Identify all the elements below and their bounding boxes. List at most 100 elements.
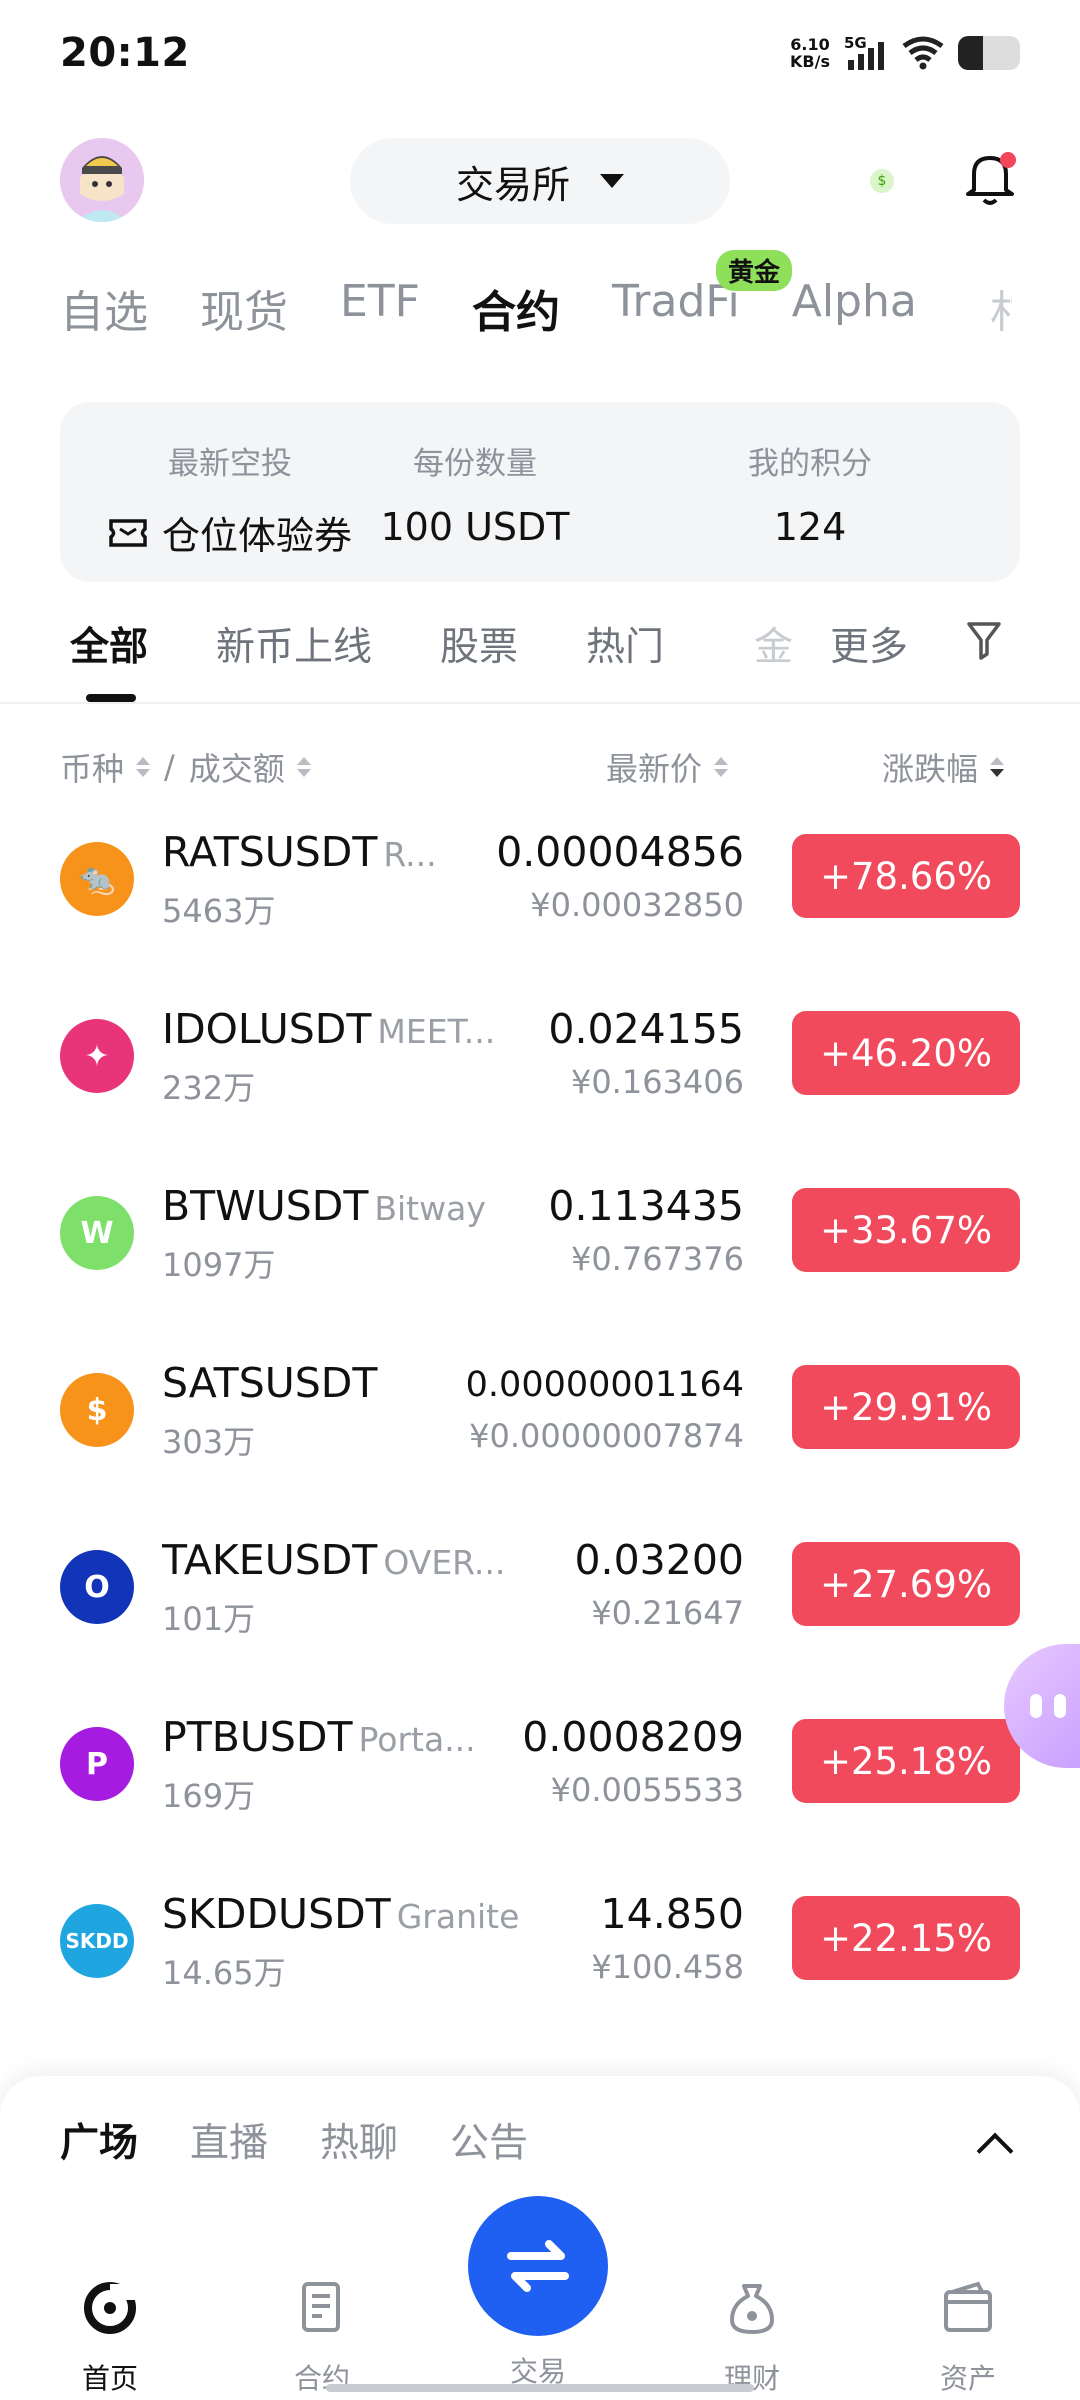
coin-price-cny: ¥0.0055533 [550,1771,744,1809]
coin-price-cny: ¥0.00032850 [530,886,744,924]
filter-more[interactable]: 更多 [830,616,908,672]
coin-name: R... [383,835,437,874]
earn-icon [730,2284,774,2334]
coin-price: 14.850 [600,1890,744,1938]
coin-price-cny: ¥0.21647 [591,1594,744,1632]
change-badge[interactable]: +22.15% [792,1896,1020,1980]
category-tabs: 自选 现货 ETF 合约 TradFi Alpha [60,276,917,340]
tab-etf[interactable]: ETF [340,276,420,340]
coin-volume: 5463万 [162,892,276,930]
coin-price: 0.0008209 [522,1713,744,1761]
signal-icon: 5G [844,34,888,70]
table-row[interactable]: SKDD SKDDUSDTGranite... 14.65万 14.850 ¥1… [0,1870,1080,2047]
exchange-label: 交易所 [455,162,570,207]
tab-alpha[interactable]: Alpha [792,276,917,340]
tab-spot[interactable]: 现货 [200,276,288,340]
airdrop-latest: 最新空投 仓位体验券 [100,438,360,560]
coin-price: 0.024155 [548,1005,744,1053]
feed-tab-live[interactable]: 直播 [190,2112,268,2168]
coin-price: 0.00000001164 [465,1365,744,1405]
coin-price-cny: ¥0.00000007874 [469,1417,744,1455]
feed-tab-announcement[interactable]: 公告 [450,2112,528,2168]
filter-overflow[interactable]: 金 [754,616,794,672]
coin-symbol: RATSUSDT [162,828,378,876]
coin-price: 0.00004856 [496,828,744,876]
coin-symbol: PTBUSDT [162,1713,353,1761]
table-row[interactable]: 🐀 RATSUSDT R... 5463万 0.00004856 ¥0.00032… [0,808,1080,985]
feed-tab-chat[interactable]: 热聊 [320,2112,398,2168]
nav-futures[interactable]: 合约 [262,2280,382,2397]
feed-tabs: 广场 直播 热聊 公告 [60,2112,528,2168]
filter-all[interactable]: 全部 [70,616,148,672]
avatar[interactable] [60,138,144,222]
nav-home[interactable]: 首页 [50,2280,170,2397]
change-badge[interactable]: +33.67% [792,1188,1020,1272]
coin-price: 0.113435 [548,1182,744,1230]
futures-icon [302,2282,340,2332]
sort-change[interactable]: 涨跌幅 [882,744,1005,790]
coin-volume: 232万 [162,1069,256,1107]
airdrop-points: 我的积分 124 [748,446,872,549]
change-badge[interactable]: +46.20% [792,1011,1020,1095]
trade-button[interactable] [468,2196,608,2336]
tab-futures[interactable]: 合约 [472,276,560,340]
coin-volume: 14.65万 [162,1954,286,1992]
coin-name: OVER... [383,1543,506,1582]
coin-symbol: SATSUSDT [162,1359,378,1407]
coin-price-cny: ¥0.767376 [570,1240,744,1278]
coin-volume: 1097万 [162,1246,276,1284]
coin-volume: 303万 [162,1423,256,1461]
coin-price-cny: ¥100.458 [591,1948,744,1986]
nav-earn[interactable]: 理财 [692,2280,812,2397]
feed-tab-square[interactable]: 广场 [60,2112,138,2168]
table-row[interactable]: $ SATSUSDT 303万 0.00000001164 ¥0.0000000… [0,1339,1080,1516]
sort-coin-turnover[interactable]: 币种 / 成交额 [60,744,311,790]
home-indicator [326,2384,754,2392]
change-badge[interactable]: +29.91% [792,1365,1020,1449]
filter-tabs: 全部 新币上线 股票 热门 [70,616,664,672]
filter-hot[interactable]: 热门 [586,616,664,672]
coin-logo-icon: SKDD [60,1904,134,1978]
coin-volume: 101万 [162,1600,256,1638]
coin-price: 0.03200 [574,1536,744,1584]
ticket-icon [109,518,147,547]
sort-icon [714,757,729,777]
tab-watchlist[interactable]: 自选 [60,276,148,340]
airdrop-card[interactable]: 最新空投 仓位体验券 每份数量 100 USDT 我的积分 124 [60,402,1020,582]
coin-logo-icon: W [60,1196,134,1270]
filter-new-listing[interactable]: 新币上线 [216,616,372,672]
airdrop-qty: 每份数量 100 USDT [380,446,570,549]
coin-name: MEET... [377,1012,496,1051]
sort-price[interactable]: 最新价 [606,744,729,790]
change-badge[interactable]: +78.66% [792,834,1020,918]
coin-logo-icon: 🐀 [60,842,134,916]
table-row[interactable]: ✦ IDOLUSDT MEET... 232万 0.024155 ¥0.16340… [0,985,1080,1162]
coin-logo-icon: ✦ [60,1019,134,1093]
coin-icon[interactable]: $ [870,169,894,193]
coin-symbol: TAKEUSDT [162,1536,378,1584]
change-badge[interactable]: +27.69% [792,1542,1020,1626]
coin-symbol: SKDDUSDT [162,1890,391,1938]
change-badge[interactable]: +25.18% [792,1719,1020,1803]
divider [0,702,1080,704]
sort-icon [296,757,311,777]
avatar-icon [60,138,144,222]
status-icons: 6.10 KB/s 5G [790,34,1020,71]
exchange-selector[interactable]: 交易所 [350,138,730,224]
home-icon [84,2282,136,2334]
table-row[interactable]: O TAKEUSDT OVER... 101万 0.03200 ¥0.21647 … [0,1516,1080,1693]
table-row[interactable]: P PTBUSDT Porta... 169万 0.0008209 ¥0.0055… [0,1693,1080,1870]
sort-icon [136,757,151,777]
table-row[interactable]: W BTWUSDT Bitway 1097万 0.113435 ¥0.767376… [0,1162,1080,1339]
nav-assets[interactable]: 资产 [908,2280,1028,2397]
caret-down-icon [600,174,624,188]
filter-funnel-icon[interactable] [966,620,1002,660]
tab-overflow[interactable]: 村 [990,276,1012,340]
coin-logo-icon: $ [60,1373,134,1447]
net-speed: 6.10 KB/s [790,35,830,71]
filter-stocks[interactable]: 股票 [440,616,518,672]
coin-price-cny: ¥0.163406 [570,1063,744,1101]
coin-logo-icon: P [60,1727,134,1801]
coin-logo-icon: O [60,1550,134,1624]
notification-dot [1000,152,1016,168]
